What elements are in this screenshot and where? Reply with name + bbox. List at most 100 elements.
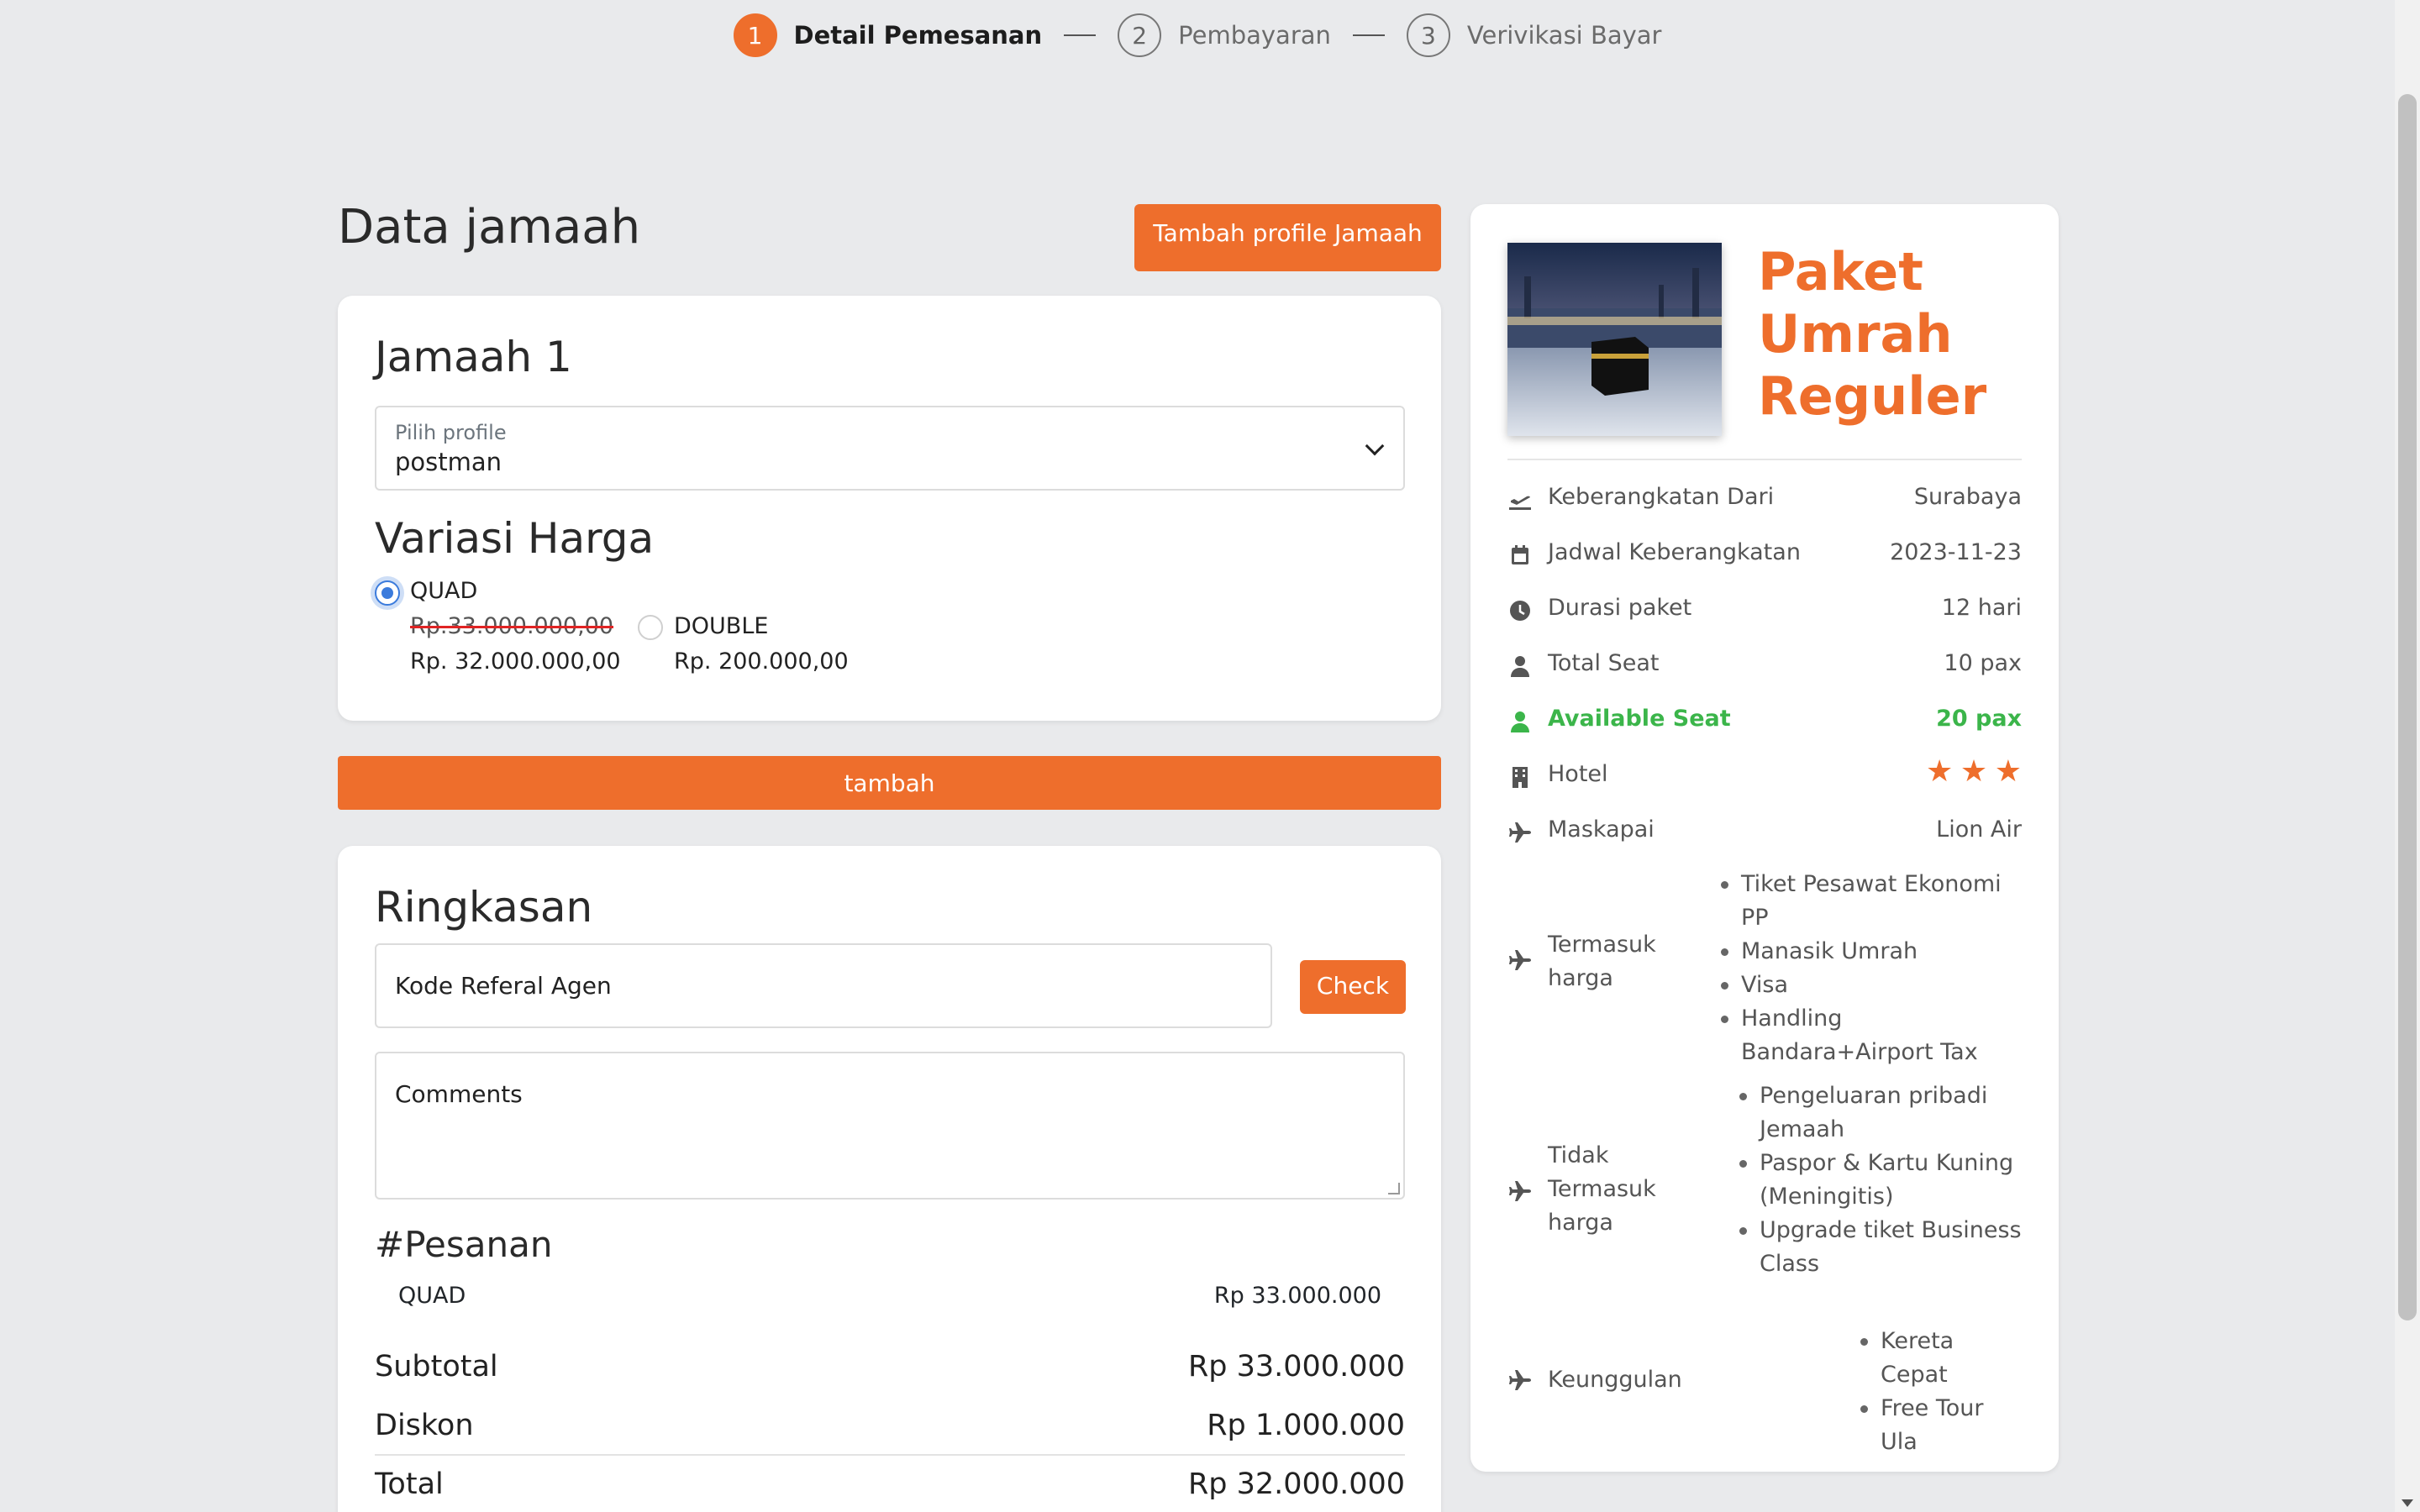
variasi-heading: Variasi Harga xyxy=(375,514,655,563)
list-item: Handling Bandara+Airport Tax xyxy=(1719,1002,2030,1069)
double-label: DOUBLE xyxy=(674,613,769,639)
keberangkatan-value: Surabaya xyxy=(1913,484,2022,510)
summary-divider xyxy=(375,1454,1405,1456)
step-connector xyxy=(1064,34,1097,36)
order-item-row: QUAD Rp 33.000.000 xyxy=(398,1283,1381,1309)
checkout-stepper: 1 Detail Pemesanan 2 Pembayaran 3 Verivi… xyxy=(0,12,2395,59)
subtotal-row: Subtotal Rp 33.000.000 xyxy=(375,1350,1405,1383)
step-connector xyxy=(1352,34,1385,36)
available-seat-row: Available Seat 20 pax xyxy=(1507,706,2022,739)
profile-select[interactable]: Pilih profile postman xyxy=(375,406,1405,491)
calendar-icon xyxy=(1512,545,1528,564)
list-item: Kereta Cepat xyxy=(1859,1325,2027,1392)
building-icon xyxy=(1512,767,1528,788)
total-seat-row: Total Seat 10 pax xyxy=(1507,650,2022,684)
chevron-down-icon xyxy=(1365,436,1385,456)
jamaah-card: Jamaah 1 Pilih profile postman Variasi H… xyxy=(338,296,1441,721)
step-pembayaran[interactable]: 2 Pembayaran xyxy=(1118,13,1331,57)
plane-icon xyxy=(1509,1370,1531,1390)
paket-title: Paket Umrah Reguler xyxy=(1758,241,1987,427)
total-label: Total xyxy=(375,1467,444,1501)
step-detail-pemesanan[interactable]: 1 Detail Pemesanan xyxy=(733,13,1043,57)
jadwal-value: 2023-11-23 xyxy=(1890,539,2022,565)
quad-radio[interactable] xyxy=(375,580,400,606)
available-seat-value: 20 pax xyxy=(1936,706,2022,732)
list-item: Pengeluaran pribadi Jemaah xyxy=(1738,1079,2023,1147)
keberangkatan-label: Keberangkatan Dari xyxy=(1548,484,1775,510)
quad-old-price: Rp.33.000.000,00 xyxy=(410,613,614,639)
keberangkatan-row: Keberangkatan Dari Surabaya xyxy=(1507,484,2022,517)
ringkasan-heading: Ringkasan xyxy=(375,883,593,932)
subtotal-label: Subtotal xyxy=(375,1350,498,1383)
step-label: Verivikasi Bayar xyxy=(1466,21,1662,50)
list-item: Visa xyxy=(1719,969,2030,1002)
kaaba-photo xyxy=(1507,243,1722,436)
subtotal-value: Rp 33.000.000 xyxy=(1187,1350,1405,1383)
step-number: 1 xyxy=(733,13,777,57)
hotel-row: Hotel ★ ★ ★ xyxy=(1507,754,2022,795)
plane-icon xyxy=(1509,950,1531,970)
total-seat-value: 10 pax xyxy=(1944,650,2022,676)
maskapai-label: Maskapai xyxy=(1548,816,1655,843)
referral-code-input[interactable]: Kode Referal Agen xyxy=(375,943,1272,1028)
comments-textarea[interactable]: Comments xyxy=(375,1052,1405,1200)
hotel-star-rating: ★ ★ ★ xyxy=(1926,754,2022,789)
step-number: 2 xyxy=(1118,13,1162,57)
double-radio[interactable] xyxy=(638,615,663,640)
order-heading: #Pesanan xyxy=(375,1224,553,1265)
order-item-name: QUAD xyxy=(398,1283,466,1309)
diskon-row: Diskon Rp 1.000.000 xyxy=(375,1409,1405,1442)
termasuk-label: Termasuk harga xyxy=(1548,932,1656,991)
step-label: Pembayaran xyxy=(1178,21,1331,50)
profile-select-value: postman xyxy=(395,448,502,476)
diskon-value: Rp 1.000.000 xyxy=(1207,1409,1405,1442)
plane-icon xyxy=(1509,1181,1531,1201)
double-price: Rp. 200.000,00 xyxy=(674,648,849,675)
list-item: Upgrade tiket Business Class xyxy=(1738,1214,2023,1281)
order-item-price: Rp 33.000.000 xyxy=(1213,1283,1381,1309)
keunggulan-label: Keunggulan xyxy=(1548,1367,1682,1393)
tidak-termasuk-list: Pengeluaran pribadi Jemaah Paspor & Kart… xyxy=(1738,1079,2023,1281)
star-icon: ★ xyxy=(1925,754,1954,789)
ringkasan-card: Ringkasan Kode Referal Agen Check Commen… xyxy=(338,846,1441,1512)
resize-handle-icon[interactable] xyxy=(1388,1183,1400,1194)
scrollbar-thumb[interactable] xyxy=(2398,94,2417,1320)
check-referral-button[interactable]: Check xyxy=(1300,960,1406,1014)
scroll-down-arrow-icon[interactable] xyxy=(2402,1499,2413,1507)
paket-divider xyxy=(1507,459,2022,460)
user-icon xyxy=(1511,711,1529,732)
star-icon: ★ xyxy=(1960,754,1988,789)
durasi-row: Durasi paket 12 hari xyxy=(1507,595,2022,628)
available-seat-label: Available Seat xyxy=(1548,706,1731,732)
maskapai-row: Maskapai Lion Air xyxy=(1507,816,2022,850)
jadwal-label: Jadwal Keberangkatan xyxy=(1548,539,1801,565)
list-item: Tiket Pesawat Ekonomi PP xyxy=(1719,868,2030,935)
hotel-label: Hotel xyxy=(1548,761,1608,787)
referral-code-placeholder: Kode Referal Agen xyxy=(395,972,612,1000)
total-row: Total Rp 32.000.000 xyxy=(375,1467,1405,1501)
list-item: Free Tour Ula xyxy=(1859,1392,2027,1459)
maskapai-value: Lion Air xyxy=(1936,816,2022,843)
total-seat-label: Total Seat xyxy=(1548,650,1660,676)
step-label: Detail Pemesanan xyxy=(793,21,1043,50)
departure-plane-icon xyxy=(1509,496,1531,510)
tidak-termasuk-label: Tidak Termasuk harga xyxy=(1548,1142,1656,1236)
durasi-label: Durasi paket xyxy=(1548,595,1692,621)
star-icon: ★ xyxy=(1994,754,2022,789)
diskon-label: Diskon xyxy=(375,1409,474,1442)
step-verifikasi-bayar[interactable]: 3 Verivikasi Bayar xyxy=(1406,13,1662,57)
jamaah-heading: Jamaah 1 xyxy=(375,333,572,381)
page-scrollbar[interactable] xyxy=(2395,0,2420,1512)
profile-select-label: Pilih profile xyxy=(395,421,507,444)
page-title: Data jamaah xyxy=(338,200,641,255)
list-item: Paspor & Kartu Kuning (Meningitis) xyxy=(1738,1147,2023,1214)
list-item: Manasik Umrah xyxy=(1719,935,2030,969)
clock-icon xyxy=(1510,601,1530,621)
jadwal-row: Jadwal Keberangkatan 2023-11-23 xyxy=(1507,539,2022,573)
quad-label: QUAD xyxy=(410,578,478,604)
add-profile-button[interactable]: Tambah profile Jamaah xyxy=(1134,204,1441,271)
durasi-value: 12 hari xyxy=(1941,595,2022,621)
user-icon xyxy=(1511,656,1529,677)
tambah-button[interactable]: tambah xyxy=(338,756,1441,810)
total-value: Rp 32.000.000 xyxy=(1187,1467,1405,1501)
